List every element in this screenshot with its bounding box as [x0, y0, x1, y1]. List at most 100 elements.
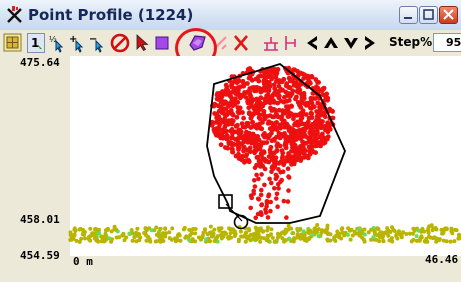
- tree-point: [253, 85, 259, 91]
- point-1-icon[interactable]: 1: [27, 33, 45, 53]
- profile-split-icon[interactable]: [282, 33, 298, 53]
- point-select-half-icon[interactable]: ½: [48, 33, 66, 53]
- tree-point: [265, 121, 271, 126]
- ground-point: [251, 232, 256, 237]
- tree-point: [272, 108, 278, 113]
- ground-point: [357, 227, 362, 232]
- ground-point: [362, 232, 367, 237]
- ground-point: [158, 226, 163, 231]
- tree-point: [263, 207, 268, 212]
- maximize-button[interactable]: [419, 6, 438, 24]
- tree-point: [214, 96, 220, 102]
- tree-point: [214, 115, 220, 121]
- tree-point: [226, 139, 232, 145]
- pan-up-icon[interactable]: [322, 33, 340, 53]
- tree-point: [269, 138, 275, 144]
- ground-point: [105, 226, 110, 231]
- tree-point: [318, 112, 324, 118]
- select-layers-icon[interactable]: [3, 33, 23, 53]
- ground-point: [276, 231, 280, 236]
- ground-point: [411, 226, 416, 231]
- minimize-button[interactable]: [399, 6, 418, 24]
- tree-point: [267, 80, 272, 86]
- ground-point: [427, 234, 431, 239]
- tree-point: [242, 124, 248, 130]
- tree-point: [226, 121, 231, 127]
- tree-point: [274, 112, 280, 118]
- tree-point: [298, 100, 304, 105]
- elevation-align-icon[interactable]: [262, 33, 280, 53]
- ground-point: [448, 239, 453, 244]
- tree-point: [308, 144, 314, 149]
- tree-point: [289, 154, 294, 159]
- ground-point: [93, 227, 97, 232]
- tree-point: [249, 103, 255, 109]
- point-remove-icon[interactable]: −: [88, 33, 106, 53]
- tree-point: [316, 119, 322, 125]
- ground-point: [280, 236, 285, 241]
- x-axis-right-label: 46.46: [425, 253, 459, 266]
- tree-point: [275, 204, 280, 209]
- tree-point: [252, 150, 257, 156]
- tree-point: [302, 128, 307, 134]
- rectangle-select-icon[interactable]: [154, 33, 172, 53]
- tree-point: [325, 123, 330, 128]
- tree-point: [314, 85, 320, 90]
- tree-point: [278, 159, 284, 164]
- tree-point: [308, 80, 313, 86]
- ground-point: [256, 235, 261, 240]
- point-add-icon[interactable]: +: [68, 33, 86, 53]
- ground-point: [188, 233, 193, 238]
- close-button[interactable]: [439, 6, 458, 24]
- ground-point: [354, 231, 359, 236]
- tree-point: [283, 158, 289, 164]
- ground-point: [272, 239, 277, 244]
- tree-point: [317, 105, 323, 111]
- ground-point: [454, 228, 459, 233]
- ground-point: [160, 231, 165, 236]
- pan-left-icon[interactable]: [304, 33, 320, 53]
- tree-point: [259, 187, 264, 193]
- tree-point: [233, 91, 239, 96]
- tree-point: [235, 109, 241, 115]
- ground-point: [374, 237, 379, 242]
- profile-canvas[interactable]: [0, 56, 461, 278]
- tree-point: [229, 117, 235, 123]
- delete-x-icon[interactable]: [232, 33, 250, 53]
- pan-right-icon[interactable]: [362, 33, 378, 53]
- step-percent-field[interactable]: 95: [433, 33, 461, 52]
- tree-point: [262, 182, 267, 188]
- ground-point: [282, 239, 286, 244]
- ground-point: [88, 238, 93, 243]
- tree-point: [231, 142, 237, 147]
- tree-point: [277, 143, 283, 149]
- title-bar[interactable]: Point Profile (1224): [0, 0, 461, 31]
- tree-point: [284, 108, 289, 114]
- ground-point: [441, 238, 446, 243]
- profile-view[interactable]: 475.64 458.01 454.59 0 m 46.46: [0, 56, 461, 278]
- ground-point: [388, 230, 393, 234]
- ground-point: [204, 237, 209, 242]
- arrow-select-icon[interactable]: [134, 33, 150, 53]
- ground-point: [144, 238, 149, 243]
- tree-point: [245, 157, 251, 163]
- tree-point: [263, 88, 268, 93]
- ground-point: [134, 230, 139, 235]
- ground-point: [346, 226, 351, 231]
- ground-point: [244, 234, 249, 239]
- tree-point: [237, 145, 242, 150]
- tree-point: [254, 172, 259, 178]
- tree-point: [273, 155, 279, 161]
- y-axis-top-label: 475.64: [20, 56, 60, 69]
- no-selection-icon[interactable]: [110, 33, 130, 53]
- tree-point: [321, 140, 327, 146]
- ground-point: [208, 224, 213, 229]
- ground-point: [409, 239, 414, 244]
- ground-point: [369, 227, 374, 232]
- pan-down-icon[interactable]: [342, 33, 360, 53]
- tree-point: [256, 115, 262, 121]
- tree-point: [256, 103, 262, 109]
- tree-point: [258, 95, 264, 101]
- tree-point: [247, 111, 252, 117]
- tree-point: [230, 149, 236, 155]
